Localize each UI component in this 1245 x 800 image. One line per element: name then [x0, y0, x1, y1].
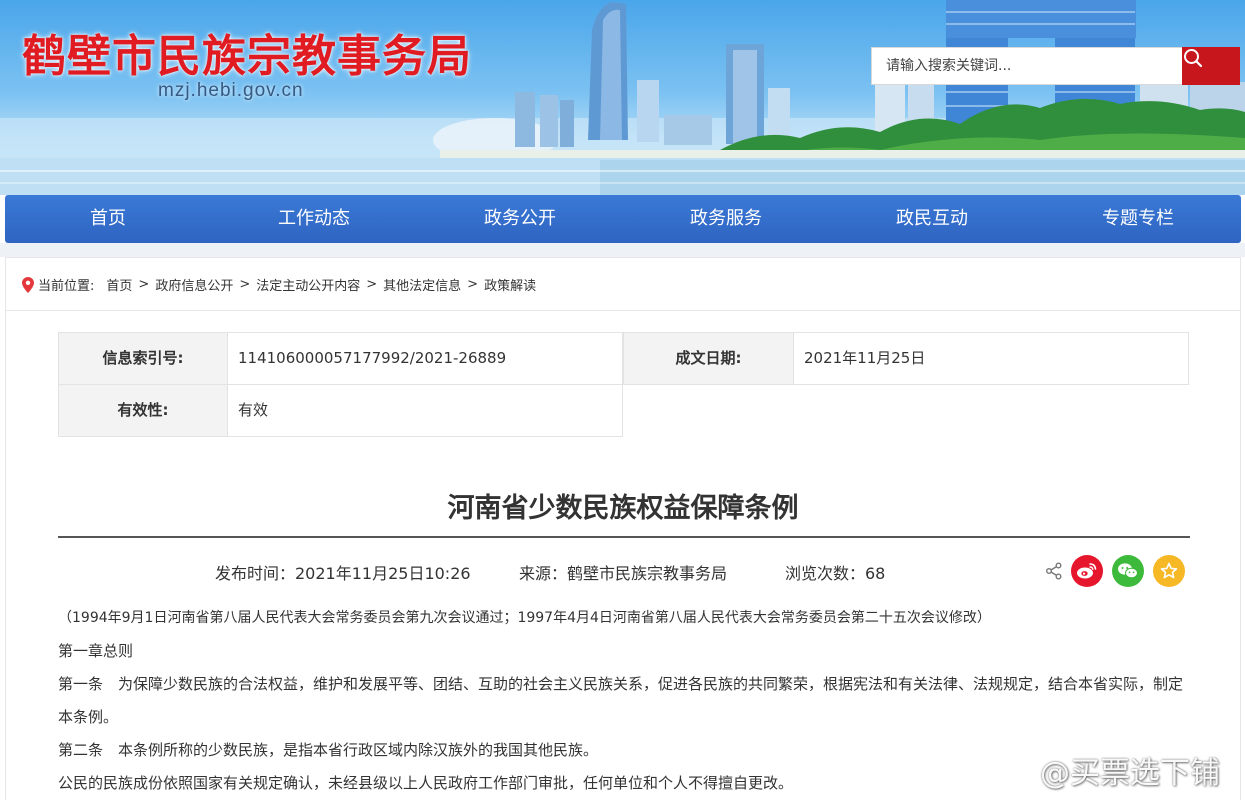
title-divider: [58, 536, 1190, 538]
share-icon: [1046, 562, 1062, 580]
article-title: 河南省少数民族权益保障条例: [447, 493, 799, 524]
nav-item-interaction[interactable]: 政民互动: [829, 195, 1035, 243]
publish-time: 发布时间：2021年11月25日10:26: [215, 564, 471, 583]
view-count: 浏览次数：68: [785, 564, 886, 583]
index-number-value: 114106000057177992/2021-26889: [227, 332, 623, 385]
nav-item-home[interactable]: 首页: [5, 195, 211, 243]
breadcrumb-item-statutory[interactable]: 法定主动公开内容: [256, 275, 360, 294]
search-button[interactable]: [1182, 47, 1240, 85]
site-title[interactable]: 鹤壁市民族宗教事务局: [22, 20, 472, 84]
main-nav: 首页 工作动态 政务公开 政务服务 政民互动 专题专栏: [5, 195, 1241, 243]
location-pin-icon: [22, 276, 34, 293]
breadcrumb-separator: >: [467, 277, 479, 292]
validity-label: 有效性:: [58, 384, 228, 437]
breadcrumb-label: 当前位置:: [38, 279, 95, 294]
index-number-label: 信息索引号:: [58, 332, 228, 385]
article-paragraph: （1994年9月1日河南省第八届人民代表大会常务委员会第九次会议通过；1997年…: [58, 610, 991, 626]
weibo-icon: [1077, 563, 1097, 579]
document-date-value: 2021年11月25日: [793, 332, 1189, 385]
nav-item-government-affairs[interactable]: 政务公开: [417, 195, 623, 243]
share-button[interactable]: [1038, 555, 1070, 587]
article-paragraph: 第一条 为保障少数民族的合法权益，维护和发展平等、团结、互助的社会主义民族关系，…: [58, 675, 1184, 726]
star-icon: [1160, 562, 1178, 579]
document-date-label: 成文日期:: [623, 332, 794, 385]
share-weibo-button[interactable]: [1071, 555, 1103, 587]
section-gap: [0, 243, 1245, 257]
breadcrumb: 当前位置: 首页 > 政府信息公开 > 法定主动公开内容 > 其他法定信息 > …: [22, 275, 536, 294]
article-source: 来源：鹤壁市民族宗教事务局: [519, 564, 728, 583]
header-banner: 鹤壁市民族宗教事务局 mzj.hebi.gov.cn: [0, 0, 1245, 195]
breadcrumb-item-other-info[interactable]: 其他法定信息: [383, 275, 461, 294]
breadcrumb-separator: >: [366, 277, 378, 292]
share-wechat-button[interactable]: [1112, 555, 1144, 587]
weibo-watermark-icon: [988, 755, 1031, 787]
favorite-button[interactable]: [1153, 555, 1185, 587]
nav-item-work-news[interactable]: 工作动态: [211, 195, 417, 243]
breadcrumb-separator: >: [138, 277, 150, 292]
watermark-text: @买票选下铺: [1040, 756, 1220, 791]
breadcrumb-item-policy[interactable]: 政策解读: [484, 275, 536, 294]
validity-value: 有效: [227, 384, 623, 437]
breadcrumb-separator: >: [239, 277, 251, 292]
search-input[interactable]: [871, 47, 1184, 85]
search-icon: [1184, 49, 1203, 68]
site-domain: mzj.hebi.gov.cn: [158, 80, 304, 101]
wechat-icon: [1118, 563, 1138, 579]
chapter-heading: 第一章总则: [58, 642, 134, 660]
watermark: @买票选下铺: [988, 748, 1220, 792]
breadcrumb-item-gov-info[interactable]: 政府信息公开: [155, 275, 233, 294]
nav-item-government-services[interactable]: 政务服务: [623, 195, 829, 243]
nav-item-special-topics[interactable]: 专题专栏: [1035, 195, 1241, 243]
content-frame: 当前位置: 首页 > 政府信息公开 > 法定主动公开内容 > 其他法定信息 > …: [5, 257, 1241, 800]
breadcrumb-item-home[interactable]: 首页: [106, 275, 132, 294]
breadcrumb-divider: [6, 310, 1240, 311]
